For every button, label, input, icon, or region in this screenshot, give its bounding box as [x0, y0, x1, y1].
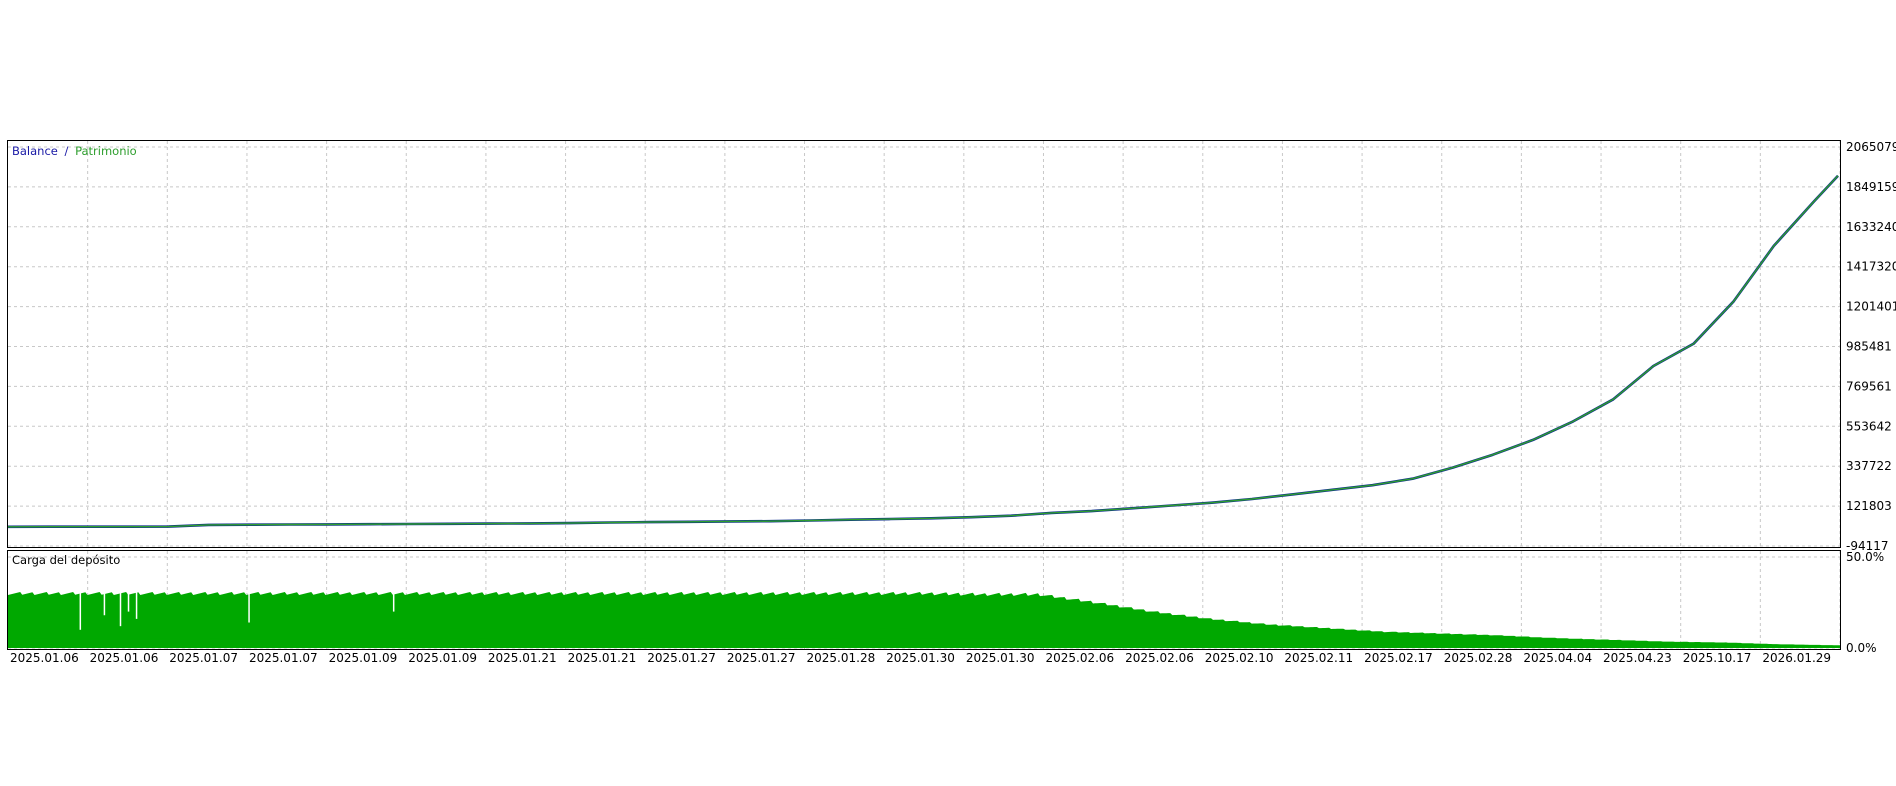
- balance-equity-chart: 2065079 1849159 1633240 1417320 1201401 98548…: [7, 140, 1896, 665]
- x-tick-label: 2025.01.30: [886, 651, 955, 665]
- balance-equity-lines: [7, 174, 1839, 529]
- x-tick-label: 2025.04.04: [1523, 651, 1592, 665]
- load-y-tick-label: 0.0%: [1846, 641, 1877, 655]
- x-tick-label: 2025.01.27: [727, 651, 796, 665]
- legend: Balance / Patrimonio: [12, 144, 137, 158]
- deposit-load-area: [8, 592, 1840, 648]
- equity-line: [7, 175, 1839, 528]
- x-tick-label: 2025.02.11: [1284, 651, 1353, 665]
- deposit-load-fill: [8, 592, 1840, 648]
- x-tick-label: 2025.01.06: [90, 651, 159, 665]
- x-tick-label: 2025.01.07: [169, 651, 238, 665]
- y-tick-label: 121803: [1846, 499, 1892, 513]
- x-axis-tick-labels: 2025.01.06 2025.01.06 2025.01.07 2025.01.07…: [10, 651, 1831, 665]
- x-tick-label: 2025.01.09: [329, 651, 398, 665]
- balance-line: [7, 174, 1839, 529]
- y-tick-label: 337722: [1846, 459, 1892, 473]
- y-tick-label: 1849159: [1846, 180, 1896, 194]
- legend-equity: Patrimonio: [75, 144, 137, 158]
- x-tick-label: 2025.01.27: [647, 651, 716, 665]
- x-tick-label: 2025.01.28: [807, 651, 876, 665]
- x-tick-label: 2025.01.21: [568, 651, 637, 665]
- x-tick-label: 2025.02.10: [1205, 651, 1274, 665]
- y-tick-label: 985481: [1846, 340, 1892, 354]
- y-axis-tick-labels: 2065079 1849159 1633240 1417320 1201401 98548…: [1846, 140, 1896, 553]
- x-tick-label: 2025.01.07: [249, 651, 318, 665]
- load-panel-title: Carga del depósito: [12, 553, 120, 567]
- x-tick-label: 2025.04.23: [1603, 651, 1672, 665]
- x-tick-label: 2025.01.21: [488, 651, 557, 665]
- grid-lines: [8, 141, 1841, 649]
- x-tick-label: 2025.01.30: [966, 651, 1035, 665]
- legend-balance: Balance: [12, 144, 58, 158]
- main-panel-frame: [7, 140, 1841, 548]
- x-tick-label: 2025.01.09: [408, 651, 477, 665]
- x-tick-label: 2025.02.06: [1045, 651, 1114, 665]
- x-tick-label: 2025.02.17: [1364, 651, 1433, 665]
- x-tick-label: 2026.01.29: [1762, 651, 1831, 665]
- y-tick-label: 553642: [1846, 419, 1892, 433]
- y-tick-label: 2065079: [1846, 140, 1896, 154]
- load-y-tick-label: 50.0%: [1846, 550, 1884, 564]
- legend-separator: /: [65, 144, 69, 158]
- x-tick-label: 2025.02.06: [1125, 651, 1194, 665]
- x-tick-label: 2025.10.17: [1683, 651, 1752, 665]
- y-tick-label: 1201401: [1846, 300, 1896, 314]
- y-tick-label: 769561: [1846, 379, 1892, 393]
- x-tick-label: 2025.01.06: [10, 651, 79, 665]
- x-tick-label: 2025.02.28: [1444, 651, 1513, 665]
- y-tick-label: 1417320: [1846, 260, 1896, 274]
- y-tick-label: 1633240: [1846, 220, 1896, 234]
- load-y-axis-tick-labels: 50.0% 0.0%: [1846, 550, 1884, 655]
